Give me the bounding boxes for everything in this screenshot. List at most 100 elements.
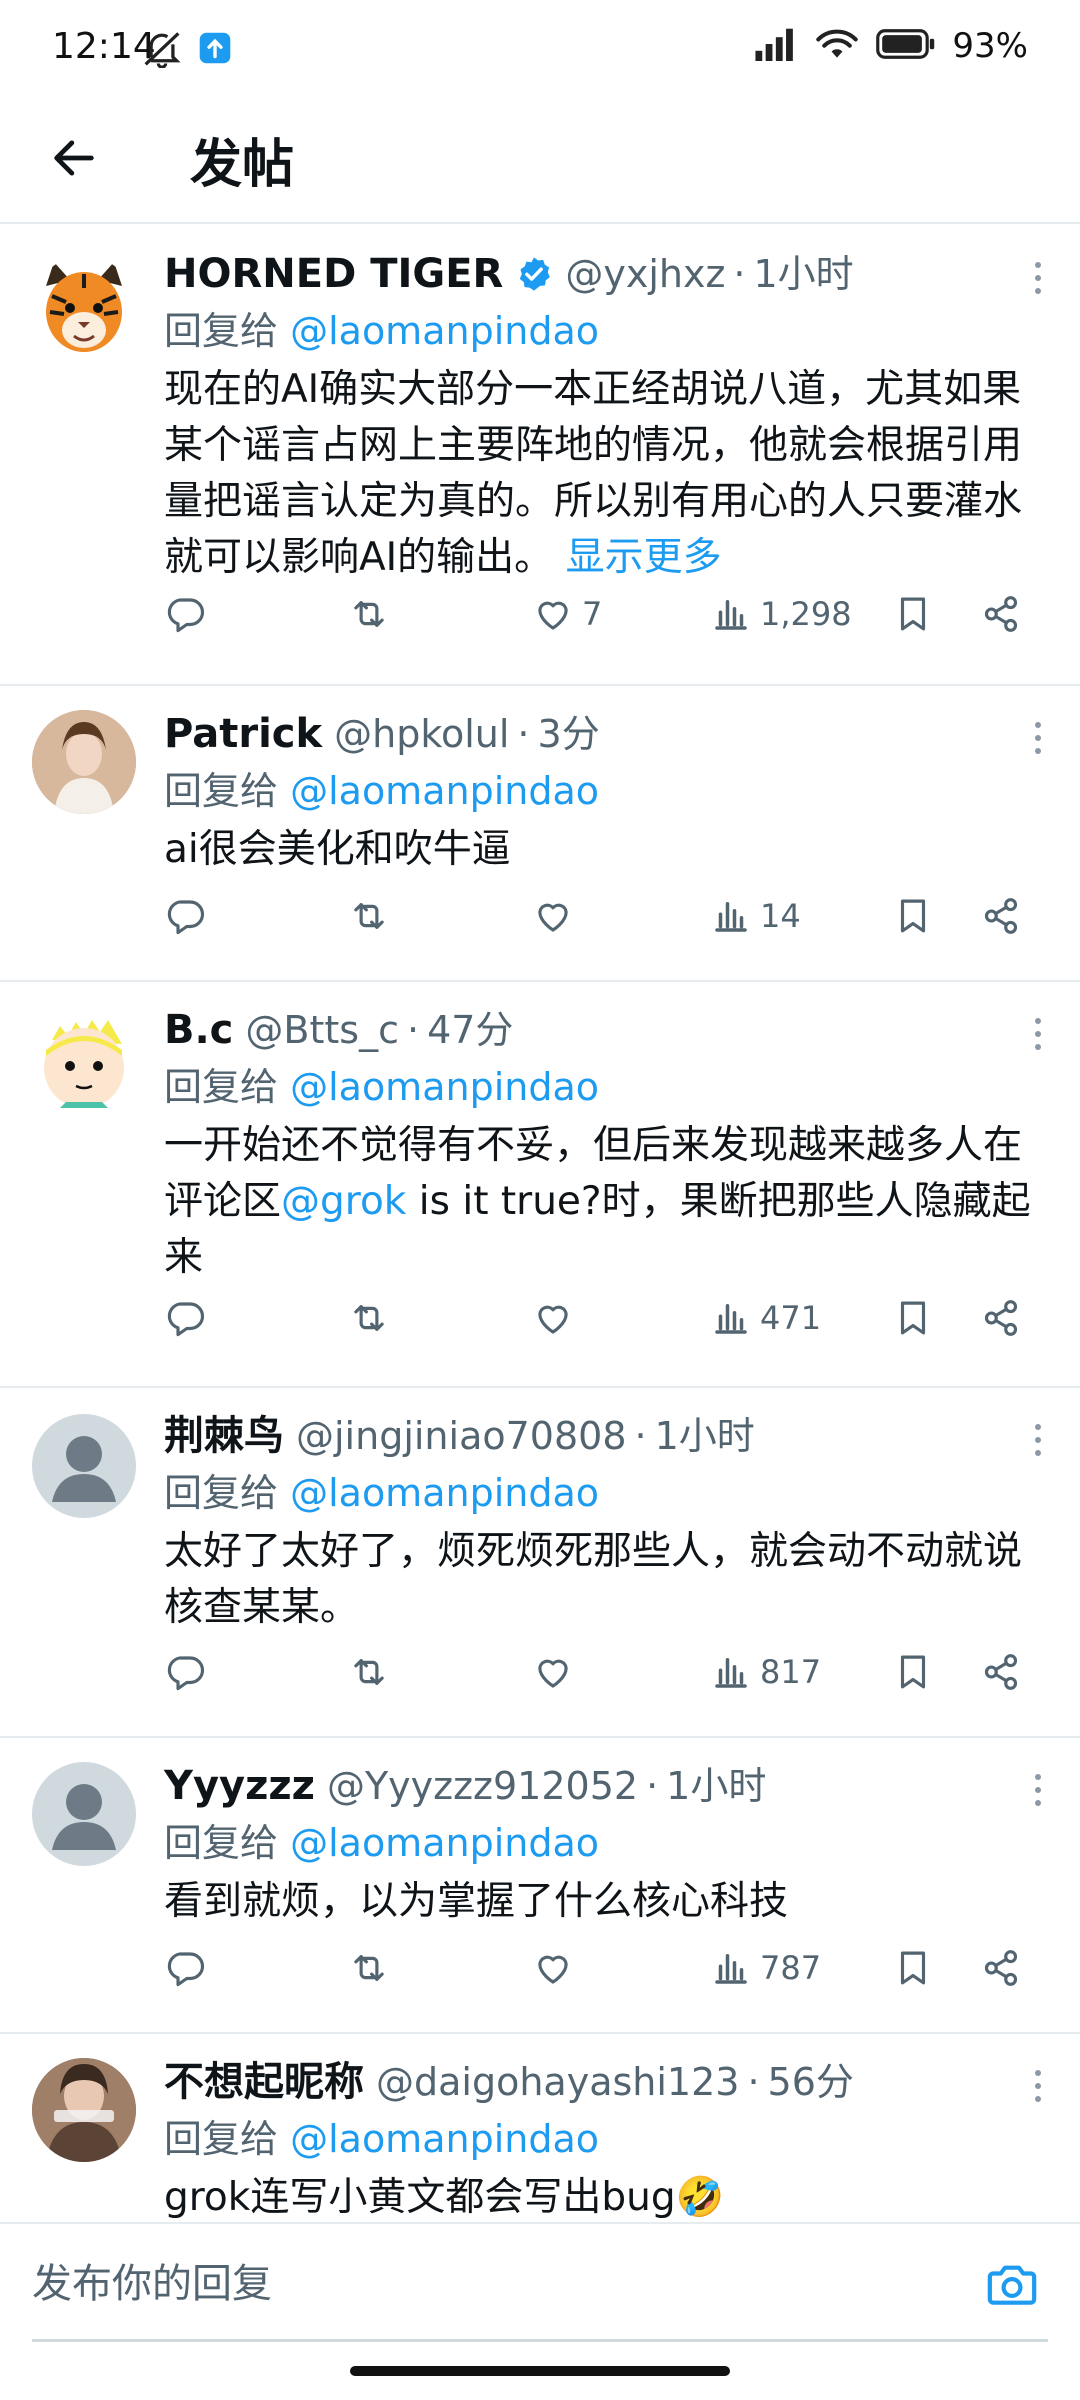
post-time[interactable]: 1小时 — [655, 1408, 755, 1464]
user-handle[interactable]: @Btts_c — [245, 1002, 399, 1058]
like-button[interactable]: 7 — [532, 584, 602, 644]
upload-notification-icon — [198, 31, 232, 69]
reply-button[interactable] — [164, 1938, 206, 1998]
more-options-button[interactable] — [1018, 2058, 1058, 2114]
reply-post[interactable]: Patrick @hpkolul · 3分 回复给 @laomanpindao … — [0, 686, 1080, 982]
bookmark-button[interactable] — [892, 886, 934, 946]
post-time[interactable]: 1小时 — [666, 1758, 766, 1814]
share-button[interactable] — [980, 584, 1022, 644]
reply-feed[interactable]: HORNED TIGER @yxjhxz · 1小时 回复给 @laomanpi… — [0, 226, 1080, 2222]
user-handle[interactable]: @hpkolul — [334, 706, 509, 762]
reply-button[interactable] — [164, 1288, 206, 1348]
user-handle[interactable]: @daigohayashi123 — [376, 2054, 739, 2110]
display-name[interactable]: Yyyzzz — [164, 1758, 315, 1814]
display-name[interactable]: 荆棘鸟 — [164, 1408, 284, 1464]
reply-post[interactable]: HORNED TIGER @yxjhxz · 1小时 回复给 @laomanpi… — [0, 226, 1080, 686]
user-handle[interactable]: @yxjhxz — [565, 246, 725, 302]
mention-link[interactable]: @laomanpindao — [290, 769, 599, 813]
views-button[interactable]: 817 — [710, 1642, 821, 1702]
share-button[interactable] — [980, 1938, 1022, 1998]
post-time[interactable]: 56分 — [768, 2054, 854, 2110]
more-options-button[interactable] — [1018, 710, 1058, 766]
post-text: grok连写小黄文都会写出bug🤣 — [164, 2175, 725, 2220]
camera-button[interactable] — [984, 2256, 1040, 2312]
avatar[interactable] — [32, 1762, 136, 1866]
retweet-button[interactable] — [348, 886, 390, 946]
retweet-button[interactable] — [348, 1642, 390, 1702]
avatar[interactable] — [32, 256, 136, 360]
share-button[interactable] — [980, 886, 1022, 946]
like-button[interactable] — [532, 1938, 582, 1998]
display-name[interactable]: 不想起昵称 — [164, 2054, 364, 2110]
home-indicator[interactable] — [350, 2366, 730, 2376]
more-options-button[interactable] — [1018, 1762, 1058, 1818]
views-button[interactable]: 471 — [710, 1288, 821, 1348]
reply-post[interactable]: B.c @Btts_c · 47分 回复给 @laomanpindao 一开始还… — [0, 982, 1080, 1388]
battery-icon — [876, 29, 936, 63]
mention-link[interactable]: @laomanpindao — [290, 1821, 599, 1865]
display-name[interactable]: Patrick — [164, 706, 322, 762]
retweet-icon — [348, 1651, 390, 1693]
user-handle[interactable]: @jingjiniao70808 — [296, 1408, 627, 1464]
retweet-button[interactable] — [348, 1288, 390, 1348]
more-options-button[interactable] — [1018, 250, 1058, 306]
bookmark-icon — [892, 593, 934, 635]
reply-button[interactable] — [164, 1642, 206, 1702]
reply-post[interactable]: 不想起昵称 @daigohayashi123 · 56分 回复给 @laoman… — [0, 2034, 1080, 2222]
like-button[interactable] — [532, 886, 582, 946]
avatar[interactable] — [32, 710, 136, 814]
top-app-bar: 发帖 — [0, 100, 1080, 224]
reply-prefix: 回复给 — [164, 1471, 291, 1515]
post-time[interactable]: 1小时 — [754, 246, 854, 302]
bookmark-icon — [892, 895, 934, 937]
views-button[interactable]: 1,298 — [710, 584, 852, 644]
back-button[interactable] — [42, 126, 106, 190]
show-more-link[interactable]: 显示更多 — [566, 535, 722, 580]
share-button[interactable] — [980, 1288, 1022, 1348]
view-count: 1,298 — [760, 595, 852, 633]
display-name[interactable]: B.c — [164, 1002, 233, 1058]
post-time[interactable]: 47分 — [427, 1002, 513, 1058]
mention-link[interactable]: @laomanpindao — [290, 2117, 599, 2161]
share-icon — [980, 1651, 1022, 1693]
views-button[interactable]: 787 — [710, 1938, 821, 1998]
avatar[interactable] — [32, 1414, 136, 1518]
more-options-button[interactable] — [1018, 1006, 1058, 1062]
reply-prefix: 回复给 — [164, 769, 291, 813]
post-text: 一开始还不觉得有不妥，但后来发现越来越多人在评论区@grok is it tru… — [164, 1118, 1040, 1286]
signal-icon — [752, 27, 798, 65]
replying-to: 回复给 @laomanpindao — [164, 762, 1040, 820]
like-button[interactable] — [532, 1642, 582, 1702]
reply-post[interactable]: Yyyzzz @Yyyzzz912052 · 1小时 回复给 @laomanpi… — [0, 1738, 1080, 2034]
bookmark-button[interactable] — [892, 1288, 934, 1348]
retweet-icon — [348, 1947, 390, 1989]
bookmark-button[interactable] — [892, 1938, 934, 1998]
share-icon — [980, 895, 1022, 937]
separator-dot: · — [733, 252, 746, 296]
retweet-button[interactable] — [348, 1938, 390, 1998]
post-time[interactable]: 3分 — [538, 706, 600, 762]
avatar[interactable] — [32, 1010, 136, 1114]
user-handle[interactable]: @Yyyzzz912052 — [327, 1758, 638, 1814]
reply-post[interactable]: 荆棘鸟 @jingjiniao70808 · 1小时 回复给 @laomanpi… — [0, 1388, 1080, 1738]
share-button[interactable] — [980, 1642, 1022, 1702]
mention-link[interactable]: @laomanpindao — [290, 1065, 599, 1109]
mention-link[interactable]: @laomanpindao — [290, 309, 599, 353]
battery-percent: 93% — [952, 26, 1028, 66]
heart-icon — [532, 895, 574, 937]
reply-input[interactable] — [32, 2254, 960, 2314]
bookmark-button[interactable] — [892, 584, 934, 644]
bookmark-button[interactable] — [892, 1642, 934, 1702]
reply-button[interactable] — [164, 584, 206, 644]
like-button[interactable] — [532, 1288, 582, 1348]
reply-button[interactable] — [164, 886, 206, 946]
more-options-button[interactable] — [1018, 1412, 1058, 1468]
separator-dot: · — [646, 1764, 659, 1808]
views-button[interactable]: 14 — [710, 886, 801, 946]
avatar[interactable] — [32, 2058, 136, 2162]
mention-link[interactable]: @laomanpindao — [290, 1471, 599, 1515]
input-underline — [32, 2339, 1048, 2342]
mention-link[interactable]: @grok — [281, 1179, 406, 1224]
retweet-button[interactable] — [348, 584, 390, 644]
display-name[interactable]: HORNED TIGER — [164, 246, 503, 302]
